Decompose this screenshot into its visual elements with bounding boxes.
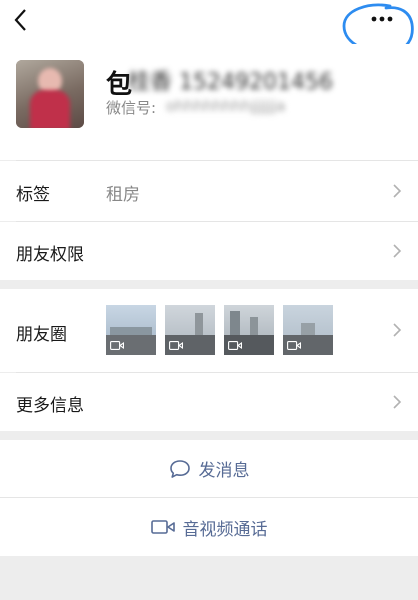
tags-row[interactable]: 标签 租房 bbox=[0, 161, 418, 221]
moments-thumbnail[interactable] bbox=[224, 305, 274, 355]
permissions-row[interactable]: 朋友权限 bbox=[0, 222, 418, 280]
moments-thumbnail[interactable] bbox=[165, 305, 215, 355]
avatar-body bbox=[30, 90, 70, 128]
video-camera-icon bbox=[110, 341, 124, 350]
tags-value: 租房 bbox=[106, 185, 140, 205]
moments-label: 朋友圈 bbox=[16, 325, 67, 345]
moments-thumbnail[interactable] bbox=[283, 305, 333, 355]
permissions-label: 朋友权限 bbox=[16, 245, 84, 265]
moments-thumbnail[interactable] bbox=[106, 305, 156, 355]
video-camera-icon bbox=[287, 341, 301, 350]
video-camera-icon bbox=[150, 520, 175, 534]
chevron-right-icon bbox=[393, 244, 402, 258]
chevron-right-icon bbox=[393, 184, 402, 198]
contact-name-blurred: 桂香 15249201456 bbox=[128, 70, 333, 95]
moments-row[interactable]: 朋友圈 bbox=[0, 289, 418, 372]
profile-card: 包 桂香 15249201456 微信号: ohhhhhhhhjjjjjja bbox=[0, 44, 418, 160]
top-navigation-bar bbox=[0, 0, 418, 44]
send-message-label: 发消息 bbox=[198, 461, 250, 481]
more-info-label: 更多信息 bbox=[16, 396, 84, 416]
more-info-row[interactable]: 更多信息 bbox=[0, 373, 418, 431]
avatar[interactable] bbox=[16, 60, 84, 128]
tags-label: 标签 bbox=[16, 185, 50, 205]
video-camera-icon bbox=[228, 341, 242, 350]
wechat-id-label: 微信号: bbox=[106, 99, 157, 117]
chat-bubble-icon bbox=[169, 459, 190, 478]
wechat-id-blurred: ohhhhhhhhjjjjjja bbox=[166, 97, 286, 115]
chevron-left-icon[interactable] bbox=[10, 6, 34, 34]
chevron-right-icon bbox=[393, 323, 402, 337]
video-call-label: 音视频通话 bbox=[182, 519, 268, 540]
video-camera-icon bbox=[169, 341, 183, 350]
chevron-right-icon bbox=[393, 395, 402, 409]
ellipsis-icon[interactable] bbox=[360, 8, 404, 30]
send-message-button[interactable]: 发消息 bbox=[0, 440, 418, 497]
video-call-button[interactable]: 音视频通话 bbox=[0, 498, 418, 556]
